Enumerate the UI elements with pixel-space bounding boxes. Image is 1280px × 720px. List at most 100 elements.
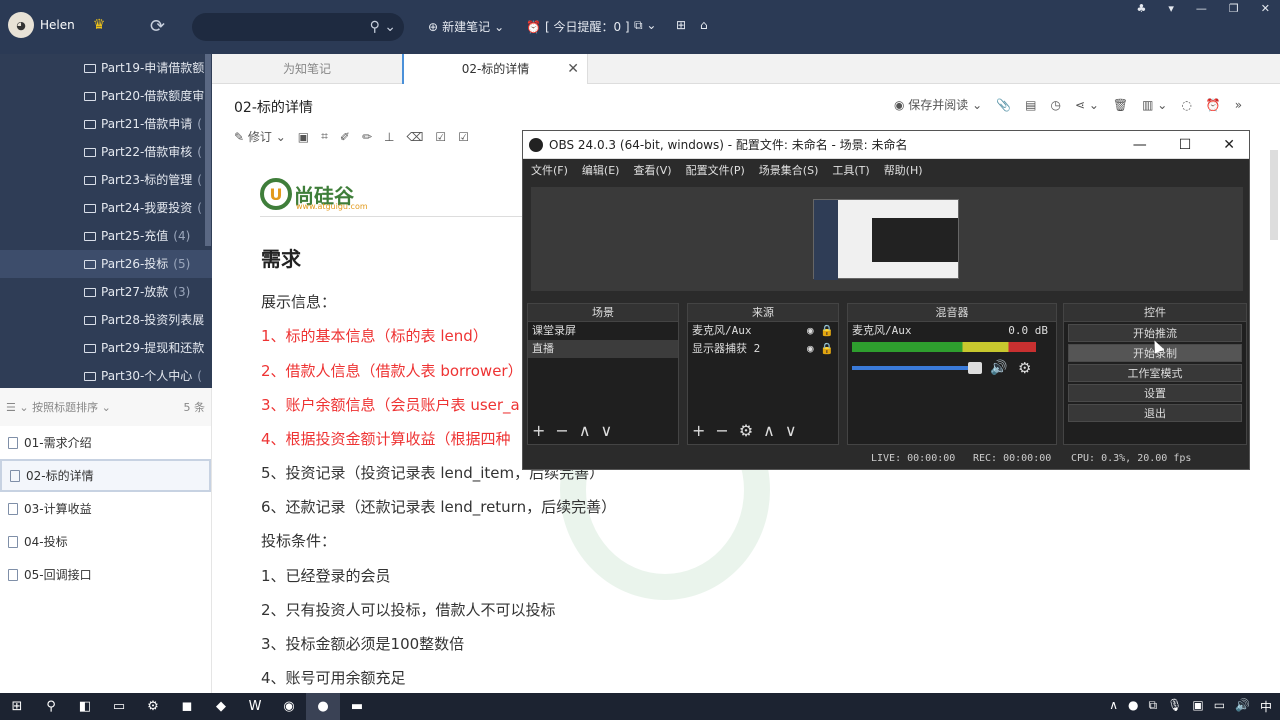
delete-icon[interactable]: 🗑 [1113, 98, 1128, 112]
scene-item[interactable]: 课堂录屏 [528, 322, 678, 340]
skin-icon[interactable]: ♣ [1137, 2, 1147, 15]
obs-preview[interactable] [531, 187, 1243, 291]
note-list-item[interactable]: 03-计算收益 [0, 492, 211, 525]
checklist-icon[interactable]: ☑ [435, 130, 446, 144]
obs-control-button[interactable]: 工作室模式 [1068, 364, 1242, 382]
windows-start-icon[interactable]: ⊞ [0, 693, 34, 720]
volume-icon[interactable]: 🔊 [1235, 698, 1250, 715]
intellij-icon[interactable]: ◼ [170, 693, 204, 720]
obs-control-button[interactable]: 退出 [1068, 404, 1242, 422]
share-icon[interactable]: ⋖ ⌄ [1075, 98, 1099, 112]
down-icon[interactable]: ∨ [785, 421, 797, 440]
sidebar-folder-item[interactable]: Part28-投资列表展 [0, 306, 212, 334]
chrome-icon[interactable]: ◉ [272, 693, 306, 720]
sidebar-folder-item[interactable]: Part29-提现和还款 [0, 334, 212, 362]
note-list-item[interactable]: 02-标的详情 [0, 459, 211, 492]
volume-slider-knob[interactable] [968, 362, 982, 374]
eye-icon[interactable]: ◉ [807, 342, 814, 355]
vscode-icon[interactable]: ◆ [204, 693, 238, 720]
revise-button[interactable]: ✎ 修订 ⌄ [234, 128, 286, 145]
note-list-item[interactable]: 05-回调接口 [0, 558, 211, 591]
more-icon[interactable]: » [1235, 98, 1242, 112]
save-icon[interactable]: ▣ [298, 130, 309, 144]
word-icon[interactable]: W [238, 693, 272, 720]
reminder-button[interactable]: ⏰[ 今日提醒：0 ] [526, 18, 630, 35]
sidebar-folder-item[interactable]: Part19-申请借款额 [0, 54, 212, 82]
tray-copy-icon[interactable]: ⧉ [1149, 698, 1158, 715]
lock-icon[interactable]: 🔒 [820, 342, 834, 355]
source-item[interactable]: 显示器捕获 2 ◉ 🔒 [688, 340, 838, 358]
sidebar-folder-item[interactable]: Part27-放款 (3) [0, 278, 212, 306]
search-icon[interactable]: ⚲ [34, 693, 68, 720]
scene-item[interactable]: 直播 [528, 340, 678, 358]
folder-icon[interactable]: ▬ [340, 693, 374, 720]
scrollbar-thumb[interactable] [1270, 150, 1278, 240]
save-read-button[interactable]: ◉ 保存并阅读 ⌄ [894, 96, 982, 113]
obs-menu-item[interactable]: 编辑(E) [582, 162, 620, 178]
obs-maximize-icon[interactable]: ☐ [1179, 137, 1192, 153]
up-icon[interactable]: ∧ [763, 421, 775, 440]
restore-icon[interactable]: ❐ [1229, 2, 1239, 15]
chevron-up-icon[interactable]: ∧ [1109, 698, 1118, 715]
tab-wiz[interactable]: 为知笔记 [212, 54, 402, 84]
tag-icon[interactable]: ◌ [1181, 98, 1191, 112]
search-input[interactable]: ⚲ ⌄ [192, 13, 404, 41]
gear-icon[interactable]: ⚙ [1018, 359, 1031, 377]
layout-icon[interactable]: ▥ ⌄ [1142, 98, 1167, 112]
tray-app-icon[interactable]: ▣ [1192, 698, 1203, 715]
sort-bar[interactable]: ☰ ⌄ 按照标题排序 ⌄ 5 条 [0, 388, 211, 426]
mic-icon[interactable]: 🎙 [1167, 698, 1182, 715]
down-icon[interactable]: ∨ [601, 421, 613, 440]
obs-icon[interactable]: ● [306, 693, 340, 720]
sidebar-folder-item[interactable]: Part25-充值 (4) [0, 222, 212, 250]
format-icon[interactable]: ⊥ [384, 130, 394, 144]
history-icon[interactable]: ◷ [1050, 98, 1060, 112]
new-note-button[interactable]: ⊕ 新建笔记 ⌄ [428, 18, 504, 35]
checkbox-icon[interactable]: ☑ [458, 130, 469, 144]
network-icon[interactable]: ▭ [1214, 698, 1225, 715]
gear-icon[interactable]: ⚙ [739, 421, 753, 440]
obs-menu-item[interactable]: 查看(V) [633, 162, 671, 178]
tab-note[interactable]: 02-标的详情 ✕ [402, 54, 588, 84]
obs-menu-item[interactable]: 工具(T) [832, 162, 869, 178]
menu-down-icon[interactable]: ▾ [1168, 2, 1174, 15]
obs-menu-item[interactable]: 场景集合(S) [759, 162, 819, 178]
external-icon[interactable]: ⧉ ⌄ [634, 18, 656, 33]
lock-icon[interactable]: 🔒 [820, 324, 834, 337]
sidebar-folder-item[interactable]: Part20-借款额度审 [0, 82, 212, 110]
remove-icon[interactable]: − [555, 421, 568, 440]
volume-slider[interactable] [852, 366, 980, 370]
minimize-icon[interactable]: — [1196, 2, 1207, 15]
close-tab-icon[interactable]: ✕ [567, 54, 579, 84]
pen-icon[interactable]: ✐ [340, 130, 350, 144]
remove-icon[interactable]: − [715, 421, 728, 440]
settings-icon[interactable]: ⚙ [136, 693, 170, 720]
note-list-item[interactable]: 04-投标 [0, 525, 211, 558]
up-icon[interactable]: ∧ [579, 421, 591, 440]
speaker-icon[interactable]: 🔊 [990, 360, 1007, 376]
tray-obs-icon[interactable]: ● [1128, 698, 1138, 715]
content-scrollbar[interactable] [1268, 150, 1280, 693]
note-title[interactable]: 02-标的详情 [234, 97, 313, 117]
obs-menu-item[interactable]: 配置文件(P) [686, 162, 745, 178]
user-menu[interactable]: ◕ Helen ♛ [8, 12, 105, 38]
attachment-icon[interactable]: 📎 [996, 98, 1011, 112]
sync-icon[interactable]: ⟳ [150, 16, 165, 37]
close-icon[interactable]: ✕ [1261, 2, 1270, 15]
sidebar-folder-item[interactable]: Part22-借款审核 ( [0, 138, 212, 166]
sidebar-scrollbar[interactable] [205, 54, 211, 246]
home-icon[interactable]: ⌂ [700, 18, 708, 32]
eye-icon[interactable]: ◉ [807, 324, 814, 337]
marker-icon[interactable]: ✏ [362, 130, 372, 144]
add-icon[interactable]: + [532, 421, 545, 440]
add-icon[interactable]: + [692, 421, 705, 440]
obs-menu-item[interactable]: 文件(F) [531, 162, 568, 178]
obs-control-button[interactable]: 设置 [1068, 384, 1242, 402]
sidebar-folder-item[interactable]: Part24-我要投资 ( [0, 194, 212, 222]
sidebar-folder-item[interactable]: Part23-标的管理 ( [0, 166, 212, 194]
alarm-icon[interactable]: ⏰ [1206, 98, 1221, 112]
obs-menu-item[interactable]: 帮助(H) [884, 162, 923, 178]
html-icon[interactable]: ⌗ [321, 129, 328, 144]
sidebar-folder-item[interactable]: Part26-投标 (5) [0, 250, 212, 278]
note-list-item[interactable]: 01-需求介绍 [0, 426, 211, 459]
